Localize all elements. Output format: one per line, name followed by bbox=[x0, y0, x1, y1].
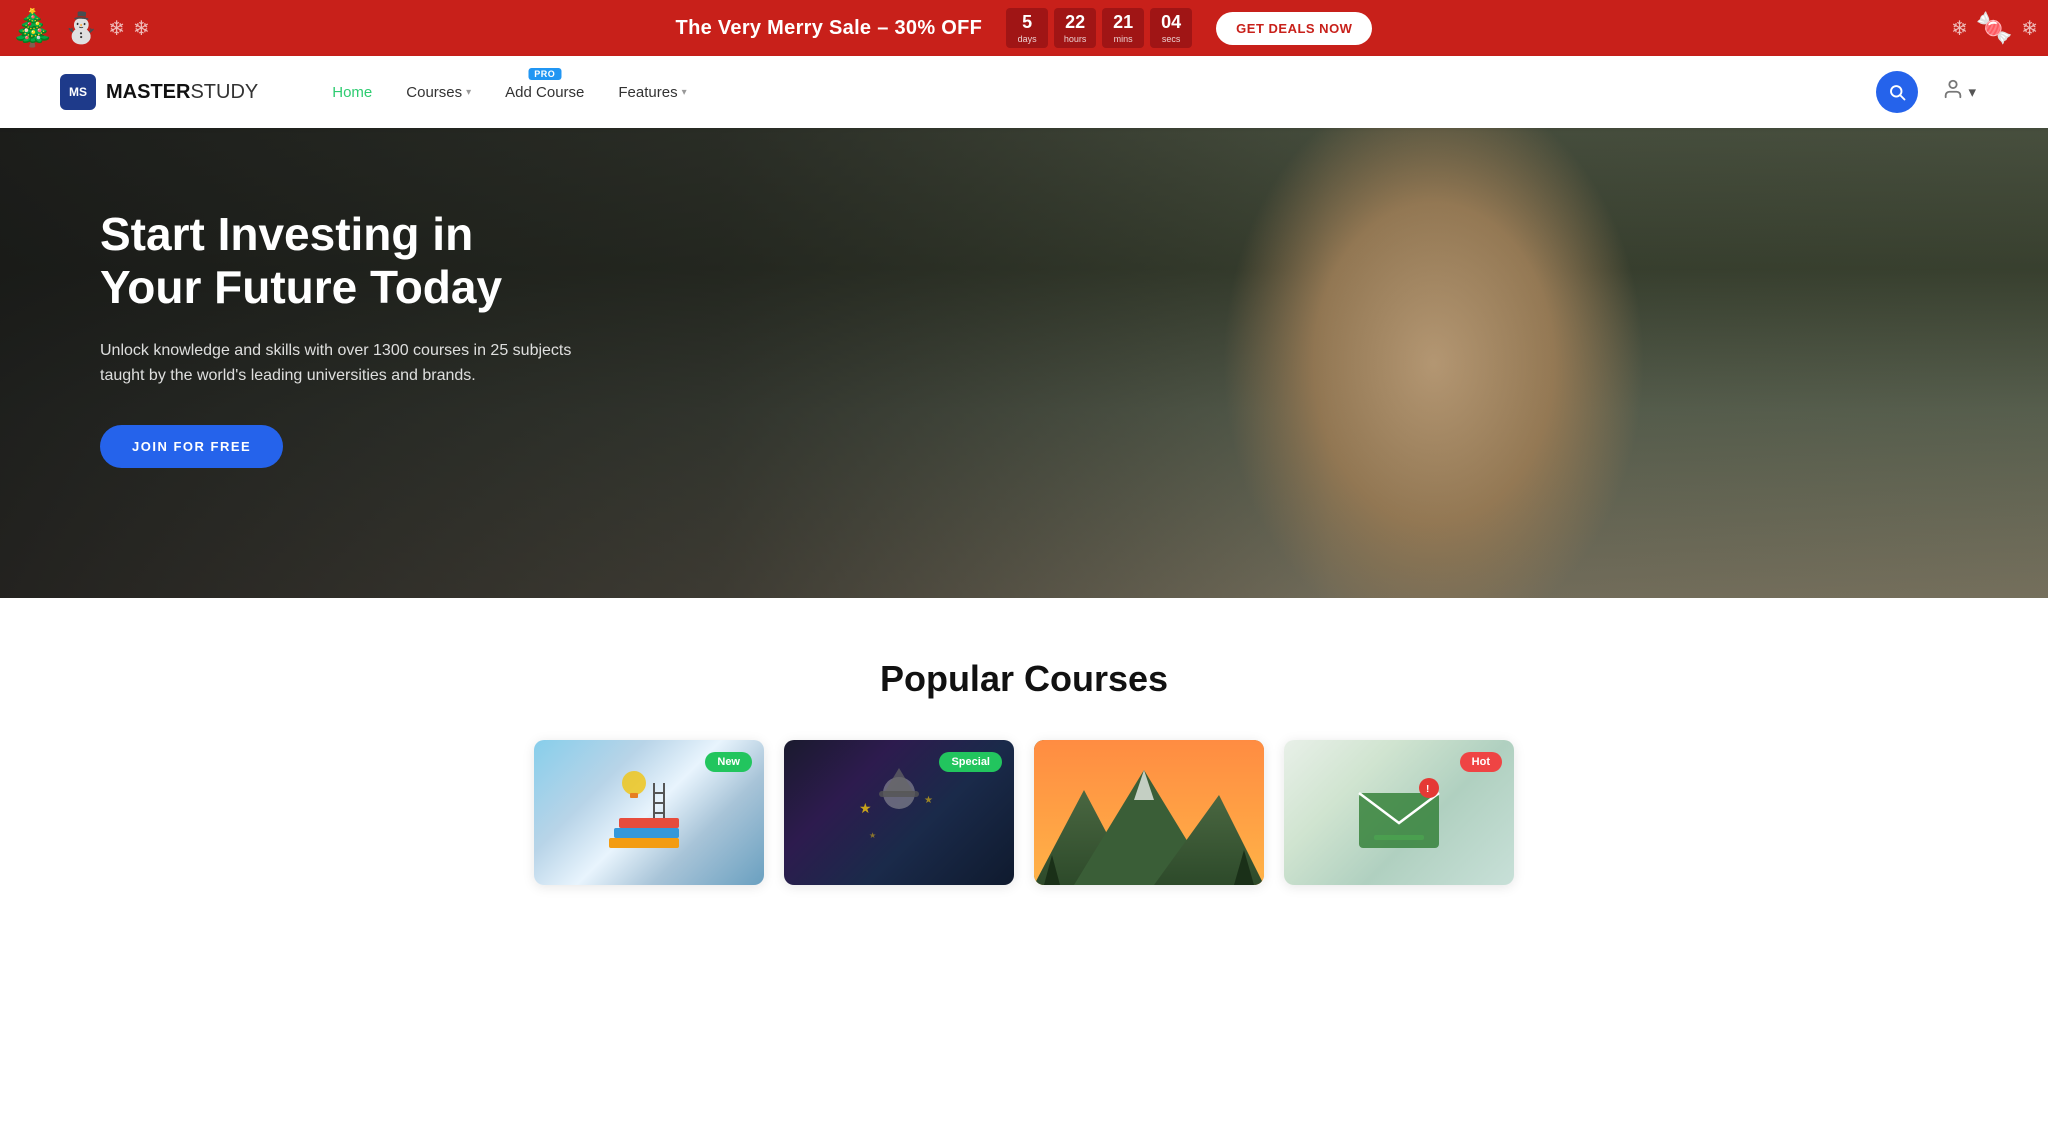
course-thumb-2: ★ ★ ★ Special bbox=[784, 740, 1014, 885]
christmas-tree-icon: 🎄 bbox=[10, 7, 55, 49]
course-badge-4: Hot bbox=[1460, 752, 1502, 772]
logo[interactable]: MS MASTERSTUDY bbox=[60, 74, 258, 110]
course-thumb-3-illustration bbox=[1034, 740, 1264, 885]
hero-subtitle: Unlock knowledge and skills with over 13… bbox=[100, 338, 580, 389]
snowman-icon: ⛄ bbox=[63, 11, 100, 46]
countdown-secs-number: 04 bbox=[1158, 12, 1184, 34]
popular-courses-title: Popular Courses bbox=[60, 658, 1988, 700]
nav-links: Home Courses ▾ PRO Add Course Features ▾ bbox=[318, 76, 1876, 109]
nav-item-home[interactable]: Home bbox=[318, 76, 386, 109]
svg-text:!: ! bbox=[1426, 784, 1429, 795]
nav-add-course-label: Add Course bbox=[505, 84, 584, 101]
banner-left-decorations: 🎄 ⛄ ❄ ❄ bbox=[0, 0, 150, 56]
hero-title: Start Investing in Your Future Today bbox=[100, 208, 580, 314]
courses-chevron-down-icon: ▾ bbox=[466, 87, 471, 98]
course-thumb-3 bbox=[1034, 740, 1264, 885]
features-chevron-down-icon: ▾ bbox=[682, 87, 687, 98]
hero-content: Start Investing in Your Future Today Unl… bbox=[0, 128, 680, 548]
snowflake-icon-right2: ❄ bbox=[2021, 16, 2038, 41]
pro-badge: PRO bbox=[528, 68, 561, 80]
nav-features-label: Features bbox=[618, 84, 677, 101]
popular-courses-section: Popular Courses bbox=[0, 598, 2048, 925]
countdown-secs-label: secs bbox=[1158, 34, 1184, 44]
logo-brand-bold: MASTER bbox=[106, 81, 190, 103]
nav-home-label: Home bbox=[332, 84, 372, 101]
logo-brand-light: STUDY bbox=[190, 81, 258, 103]
logo-initials: MS bbox=[69, 85, 87, 99]
sale-text: The Very Merry Sale – 30% OFF bbox=[676, 17, 983, 40]
countdown-mins-label: mins bbox=[1110, 34, 1136, 44]
course-badge-2: Special bbox=[939, 752, 1002, 772]
nav-courses-label: Courses bbox=[406, 84, 462, 101]
course-thumb-4: ! Hot bbox=[1284, 740, 1514, 885]
course-thumb-1: New bbox=[534, 740, 764, 885]
course-card-1[interactable]: New bbox=[534, 740, 764, 885]
user-chevron-down-icon: ▾ bbox=[1968, 83, 1976, 101]
hero-section: Start Investing in Your Future Today Unl… bbox=[0, 128, 2048, 598]
countdown-mins-number: 21 bbox=[1110, 12, 1136, 34]
course-card-3[interactable] bbox=[1034, 740, 1264, 885]
countdown-hours-number: 22 bbox=[1062, 12, 1088, 34]
snowflake-icon-left2: ❄ bbox=[133, 16, 150, 41]
nav-item-courses[interactable]: Courses ▾ bbox=[392, 76, 485, 109]
snowflake-icon-right: ❄ bbox=[1951, 16, 1968, 41]
search-icon bbox=[1888, 83, 1906, 101]
user-menu-button[interactable]: ▾ bbox=[1930, 70, 1988, 114]
logo-text: MASTERSTUDY bbox=[106, 81, 258, 104]
join-free-button[interactable]: JOIN FOR FREE bbox=[100, 425, 283, 468]
countdown-hours: 22 hours bbox=[1054, 8, 1096, 48]
banner-center: The Very Merry Sale – 30% OFF 5 days 22 … bbox=[676, 8, 1373, 48]
nav-actions: ▾ bbox=[1876, 70, 1988, 114]
svg-text:★: ★ bbox=[924, 795, 933, 806]
nav-item-features[interactable]: Features ▾ bbox=[604, 76, 700, 109]
countdown-days-number: 5 bbox=[1014, 12, 1040, 34]
nav-item-add-course[interactable]: PRO Add Course bbox=[491, 76, 598, 109]
countdown-secs: 04 secs bbox=[1150, 8, 1192, 48]
course-card-2[interactable]: ★ ★ ★ Special bbox=[784, 740, 1014, 885]
navbar: MS MASTERSTUDY Home Courses ▾ PRO Add Co… bbox=[0, 56, 2048, 128]
countdown-days: 5 days bbox=[1006, 8, 1048, 48]
courses-grid: New ★ ★ ★ bbox=[60, 740, 1988, 885]
countdown-timer: 5 days 22 hours 21 mins 04 secs bbox=[1006, 8, 1192, 48]
course-badge-1: New bbox=[705, 752, 752, 772]
svg-text:★: ★ bbox=[859, 800, 872, 816]
svg-text:★: ★ bbox=[869, 831, 876, 840]
top-banner: 🎄 ⛄ ❄ ❄ The Very Merry Sale – 30% OFF 5 … bbox=[0, 0, 2048, 56]
search-button[interactable] bbox=[1876, 71, 1918, 113]
countdown-days-label: days bbox=[1014, 34, 1040, 44]
get-deals-button[interactable]: GET DEALS NOW bbox=[1216, 12, 1372, 45]
countdown-mins: 21 mins bbox=[1102, 8, 1144, 48]
banner-right-decorations: ❄ 🍬 ❄ bbox=[1951, 0, 2048, 56]
course-card-4[interactable]: ! Hot bbox=[1284, 740, 1514, 885]
snowflake-icon-left: ❄ bbox=[108, 16, 125, 41]
user-icon bbox=[1942, 78, 1964, 106]
countdown-hours-label: hours bbox=[1062, 34, 1088, 44]
candy-cane-icon: 🍬 bbox=[1976, 11, 2013, 46]
logo-icon: MS bbox=[60, 74, 96, 110]
